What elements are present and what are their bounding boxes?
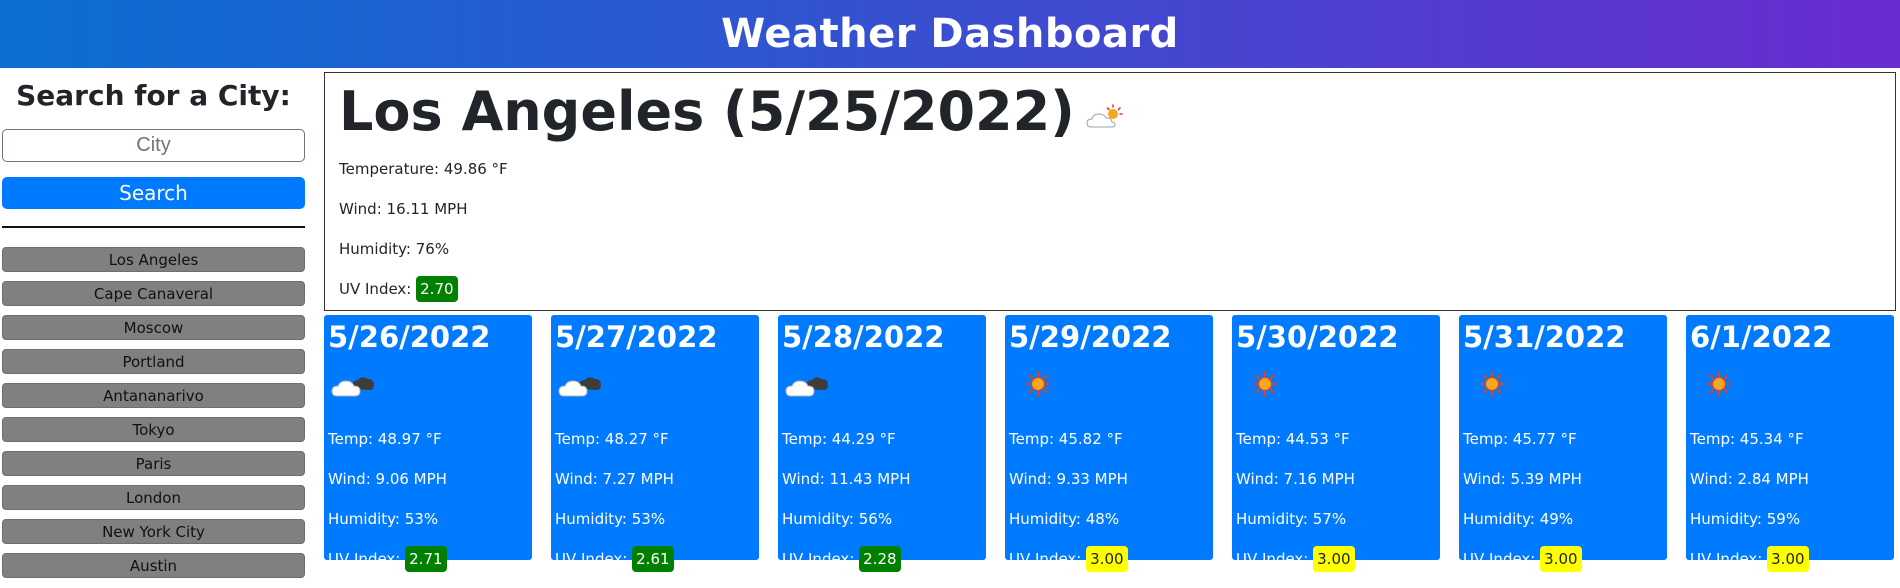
forecast-temp: Temp: 45.34 °F [1690, 430, 1804, 448]
forecast-card: 5/30/2022 Temp: 44.53 °F Wind: 7.16 MPH … [1232, 315, 1440, 572]
forecast-temp: Temp: 48.27 °F [555, 430, 669, 448]
current-weather-panel: Los Angeles (5/25/2022) Temperature: 49.… [324, 72, 1896, 311]
cloudy-icon [785, 377, 828, 397]
forecast-uv-index: UV Index: 3.00 [1236, 539, 1436, 579]
history-item[interactable]: Tokyo [2, 417, 305, 442]
sun-icon [1025, 371, 1051, 397]
history-item[interactable]: Austin [2, 553, 305, 578]
forecast-humidity: Humidity: 59% [1690, 510, 1801, 528]
sun-icon [1706, 371, 1732, 397]
uv-badge: 3.00 [1767, 546, 1809, 572]
history-item[interactable]: Antananarivo [2, 383, 305, 408]
city-search-input[interactable] [2, 129, 305, 162]
history-item[interactable]: Portland [2, 349, 305, 374]
uv-badge: 2.70 [416, 276, 458, 302]
divider [2, 226, 305, 228]
uv-label: UV Index: [782, 550, 855, 568]
uv-label: UV Index: [328, 550, 401, 568]
forecast-date: 5/31/2022 [1463, 320, 1626, 354]
forecast-date: 5/26/2022 [328, 320, 491, 354]
search-history-list: Los Angeles Cape Canaveral Moscow Portla… [2, 247, 305, 578]
current-humidity: Humidity: 76% [339, 240, 450, 258]
forecast-uv-index: UV Index: 2.71 [328, 539, 528, 579]
forecast-humidity: Humidity: 53% [328, 510, 439, 528]
forecast-wind: Wind: 9.33 MPH [1009, 470, 1128, 488]
forecast-humidity: Humidity: 48% [1009, 510, 1120, 528]
forecast-humidity: Humidity: 57% [1236, 510, 1347, 528]
uv-label: UV Index: [1690, 550, 1763, 568]
forecast-date: 6/1/2022 [1690, 320, 1833, 354]
forecast-uv-index: UV Index: 2.28 [782, 539, 982, 579]
forecast-card: 6/1/2022 Temp: 45.34 °F Wind: 2.84 MPH H… [1686, 315, 1894, 572]
uv-badge: 3.00 [1540, 546, 1582, 572]
search-button[interactable]: Search [2, 177, 305, 209]
forecast-wind: Wind: 5.39 MPH [1463, 470, 1582, 488]
sun-icon [1252, 371, 1278, 397]
history-item[interactable]: Los Angeles [2, 247, 305, 272]
search-heading: Search for a City: [16, 79, 291, 112]
history-item[interactable]: London [2, 485, 305, 510]
cloudy-icon [331, 377, 374, 397]
main-layout: Search for a City: Search Los Angeles Ca… [0, 68, 1900, 588]
uv-badge: 3.00 [1086, 546, 1128, 572]
history-item[interactable]: Cape Canaveral [2, 281, 305, 306]
forecast-uv-index: UV Index: 3.00 [1009, 539, 1209, 579]
forecast-date: 5/27/2022 [555, 320, 718, 354]
forecast-humidity: Humidity: 53% [555, 510, 666, 528]
app-header: Weather Dashboard [0, 0, 1900, 68]
uv-label: UV Index: [1009, 550, 1082, 568]
current-wind: Wind: 16.11 MPH [339, 200, 468, 218]
uv-label: UV Index: [339, 280, 412, 298]
history-item[interactable]: New York City [2, 519, 305, 544]
forecast-card: 5/28/2022 Temp: 44.29 °F Wind: 11.43 MPH… [778, 315, 986, 572]
current-city-title: Los Angeles (5/25/2022) [339, 79, 1075, 143]
uv-badge: 2.71 [405, 546, 447, 572]
current-temperature: Temperature: 49.86 °F [339, 160, 508, 178]
uv-badge: 2.28 [859, 546, 901, 572]
sun-icon [1479, 371, 1505, 397]
forecast-card: 5/31/2022 Temp: 45.77 °F Wind: 5.39 MPH … [1459, 315, 1667, 572]
forecast-temp: Temp: 45.77 °F [1463, 430, 1577, 448]
forecast-uv-index: UV Index: 2.61 [555, 539, 755, 579]
history-item[interactable]: Paris [2, 451, 305, 476]
forecast-uv-index: UV Index: 3.00 [1463, 539, 1663, 579]
forecast-date: 5/28/2022 [782, 320, 945, 354]
forecast-card: 5/26/2022 Temp: 48.97 °F Wind: 9.06 MPH … [324, 315, 532, 572]
uv-badge: 2.61 [632, 546, 674, 572]
uv-label: UV Index: [555, 550, 628, 568]
partly-cloudy-sun-icon [1086, 104, 1123, 128]
history-item[interactable]: Moscow [2, 315, 305, 340]
forecast-date: 5/29/2022 [1009, 320, 1172, 354]
forecast-card: 5/27/2022 Temp: 48.27 °F Wind: 7.27 MPH … [551, 315, 759, 572]
forecast-uv-index: UV Index: 3.00 [1690, 539, 1890, 579]
current-uv-index: UV Index: 2.70 [339, 269, 1881, 309]
forecast-wind: Wind: 7.27 MPH [555, 470, 674, 488]
forecast-temp: Temp: 48.97 °F [328, 430, 442, 448]
current-title-row: Los Angeles (5/25/2022) [339, 77, 1881, 145]
forecast-temp: Temp: 44.29 °F [782, 430, 896, 448]
forecast-wind: Wind: 2.84 MPH [1690, 470, 1809, 488]
forecast-wind: Wind: 9.06 MPH [328, 470, 447, 488]
forecast-card: 5/29/2022 Temp: 45.82 °F Wind: 9.33 MPH … [1005, 315, 1213, 572]
forecast-humidity: Humidity: 56% [782, 510, 893, 528]
forecast-wind: Wind: 7.16 MPH [1236, 470, 1355, 488]
uv-badge: 3.00 [1313, 546, 1355, 572]
sidebar: Search for a City: Search Los Angeles Ca… [2, 68, 305, 587]
forecast-temp: Temp: 45.82 °F [1009, 430, 1123, 448]
forecast-wind: Wind: 11.43 MPH [782, 470, 911, 488]
forecast-date: 5/30/2022 [1236, 320, 1399, 354]
forecast-humidity: Humidity: 49% [1463, 510, 1574, 528]
app-title: Weather Dashboard [721, 11, 1179, 57]
uv-label: UV Index: [1236, 550, 1309, 568]
cloudy-icon [558, 377, 601, 397]
uv-label: UV Index: [1463, 550, 1536, 568]
five-day-forecast: 5/26/2022 Temp: 48.97 °F Wind: 9.06 MPH … [324, 315, 1896, 572]
forecast-temp: Temp: 44.53 °F [1236, 430, 1350, 448]
